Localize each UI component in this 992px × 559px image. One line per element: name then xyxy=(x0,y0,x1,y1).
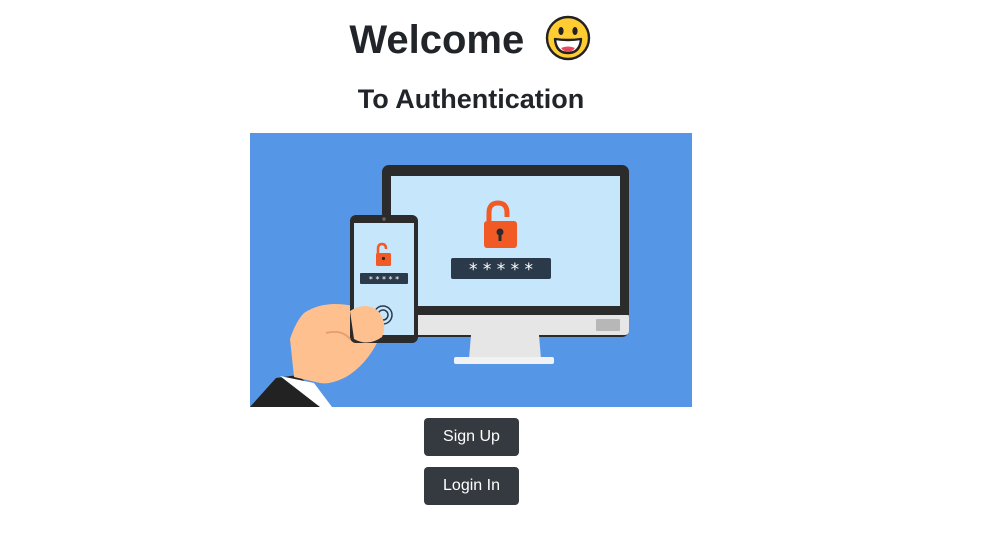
grinning-face-icon xyxy=(545,15,590,61)
phone-password-text: * * * * * xyxy=(369,275,399,284)
welcome-page: Welcome To Authentication * * * * * * * … xyxy=(0,0,992,559)
page-title: Welcome xyxy=(349,18,525,62)
page-subtitle: To Authentication xyxy=(357,84,585,114)
title-row: Welcome xyxy=(0,12,940,68)
login-button[interactable]: Login In xyxy=(424,467,519,505)
sign-up-button[interactable]: Sign Up xyxy=(424,418,519,456)
authentication-illustration: * * * * * * * * * * xyxy=(250,133,692,407)
monitor-password-text: * * * * * xyxy=(469,260,533,280)
